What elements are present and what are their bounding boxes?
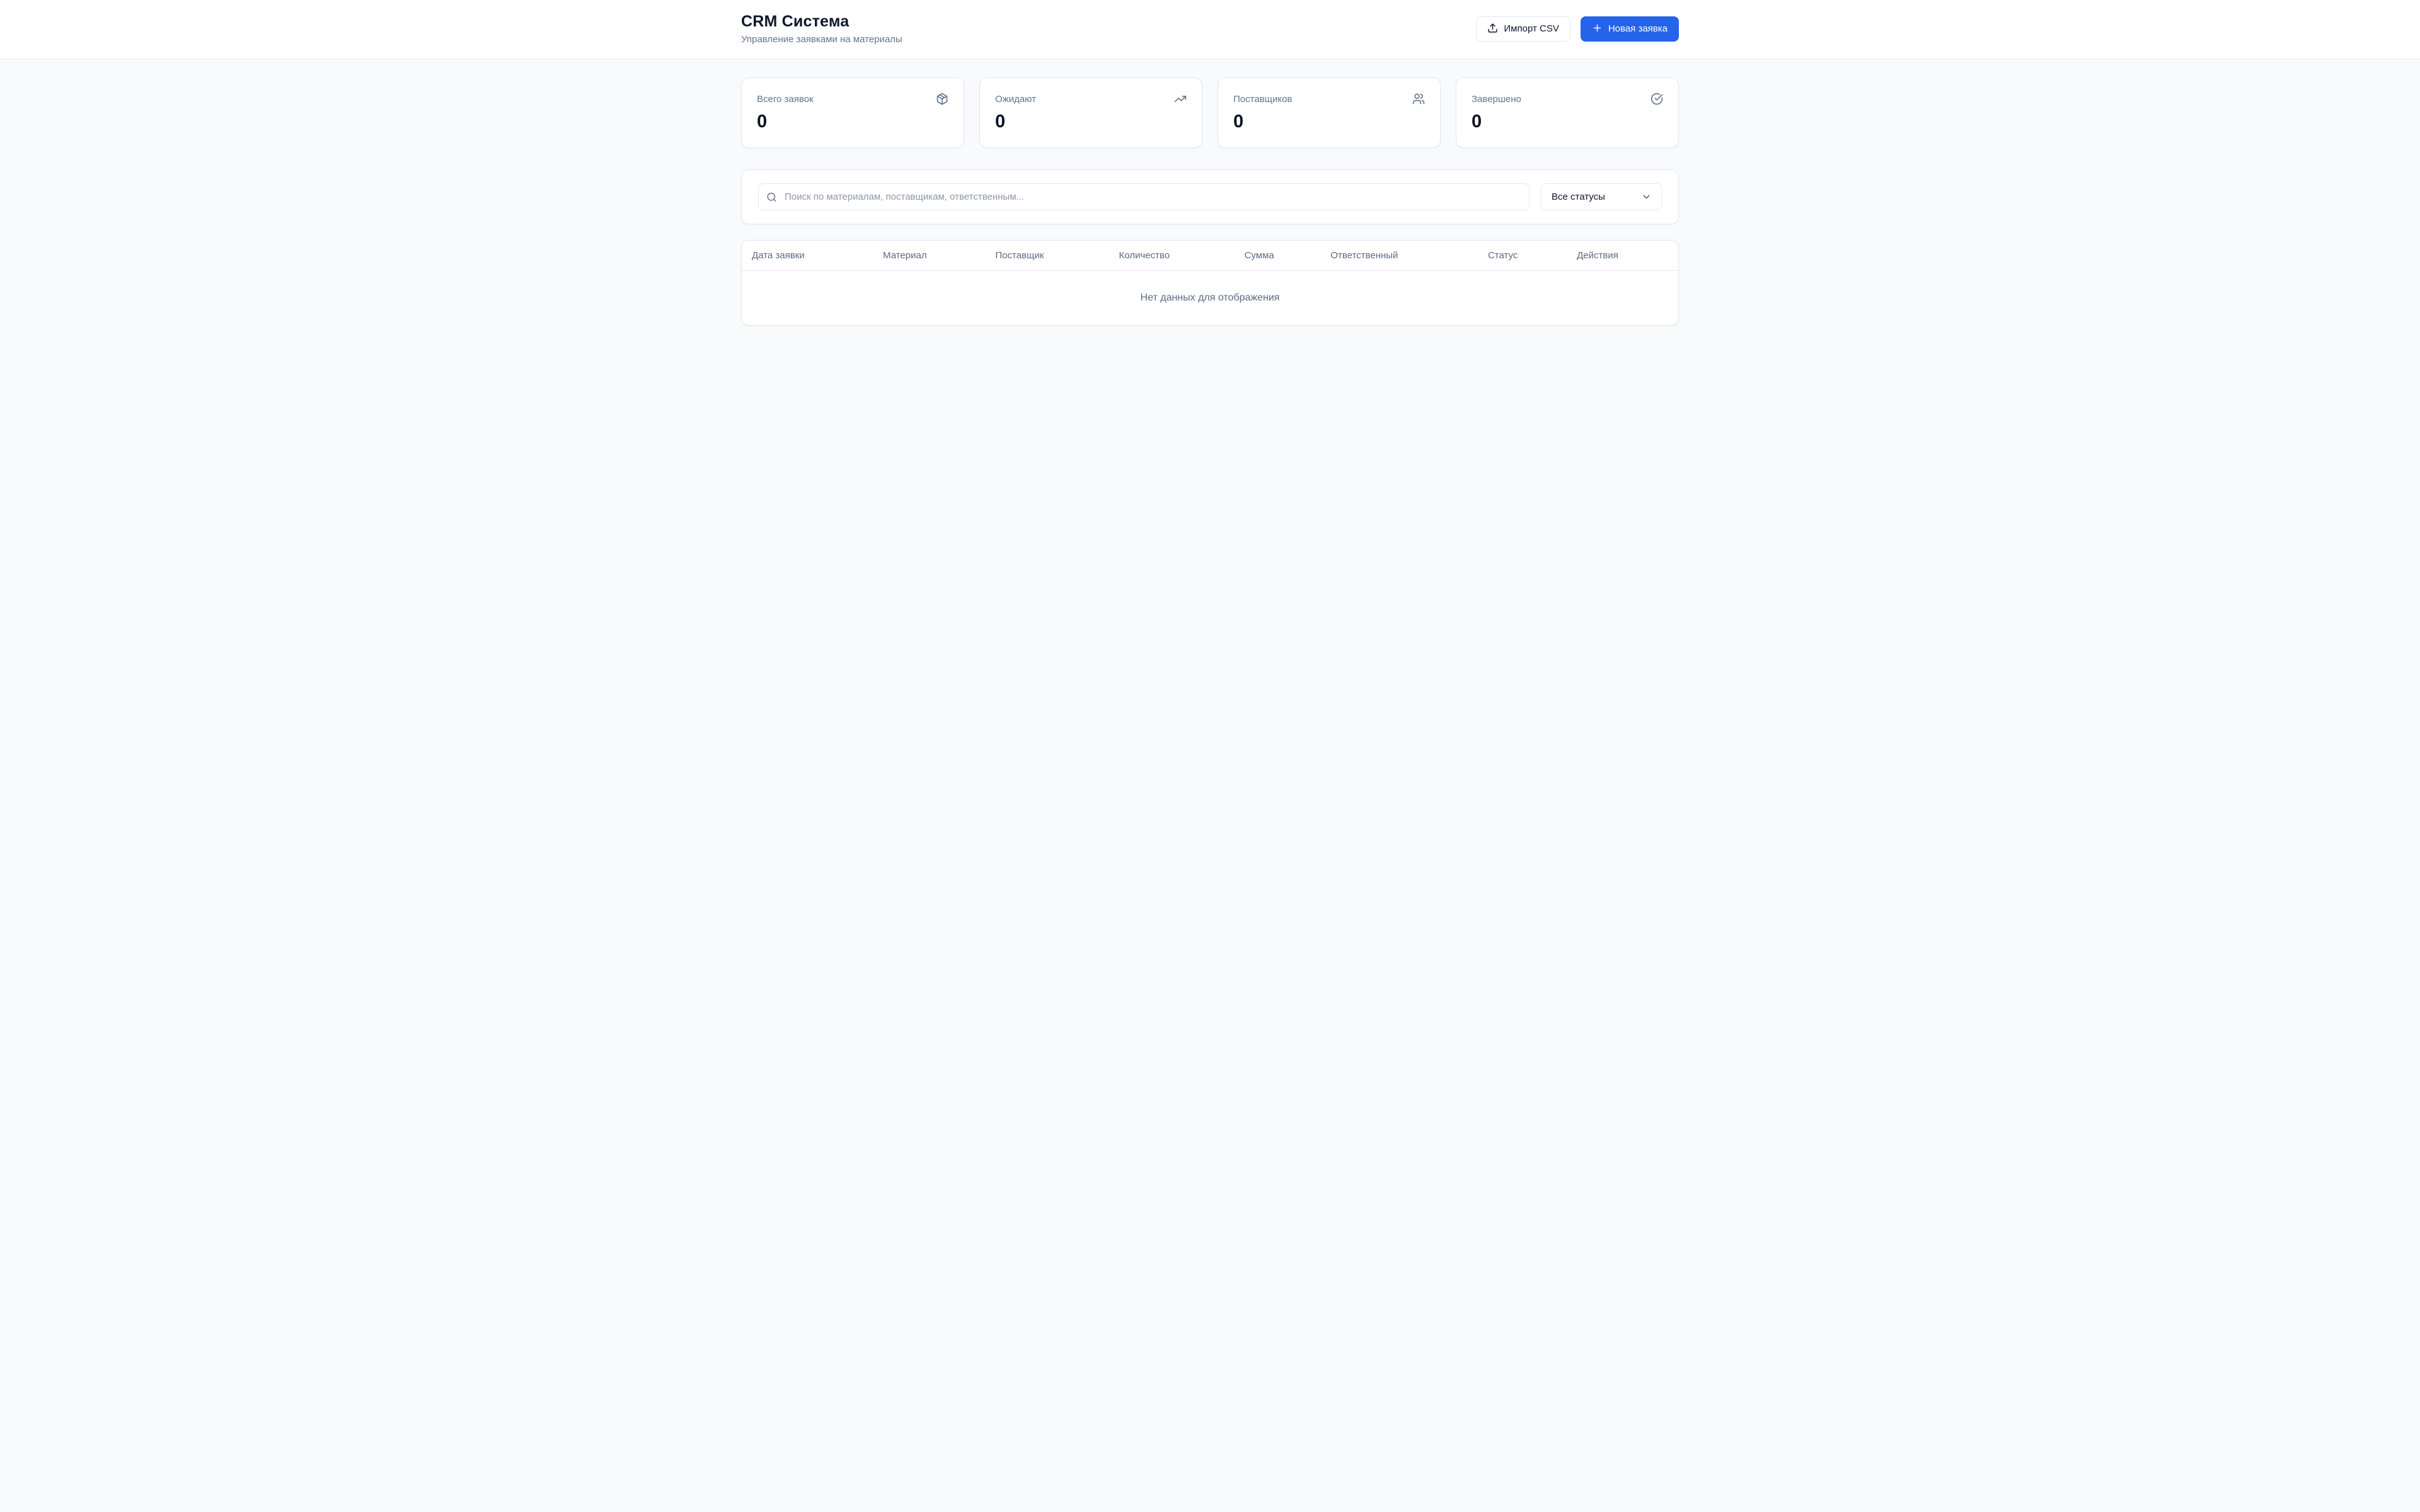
stats-row: Всего заявок 0 Ожидают 0 Поставщиков 0 З… (741, 77, 1679, 148)
plus-icon (1592, 23, 1603, 35)
empty-state-row: Нет данных для отображения (742, 271, 1678, 326)
stat-label: Поставщиков (1233, 93, 1293, 105)
upload-icon (1487, 23, 1498, 35)
column-header-status: Статус (1477, 241, 1567, 271)
import-csv-label: Импорт CSV (1504, 23, 1559, 34)
search-icon (766, 192, 777, 202)
app-header: CRM Система Управление заявками на матер… (0, 0, 2420, 59)
filters-card: Все статусы (741, 169, 1679, 224)
table-header-row: Дата заявки Материал Поставщик Количеств… (742, 241, 1678, 271)
stat-value: 0 (995, 112, 1006, 132)
package-icon (936, 93, 948, 105)
column-header-responsible: Ответственный (1320, 241, 1478, 271)
page-title: CRM Система (741, 13, 850, 30)
column-header-supplier: Поставщик (985, 241, 1109, 271)
stat-label: Ожидают (995, 93, 1036, 105)
column-header-quantity: Количество (1109, 241, 1235, 271)
search-field (758, 183, 1530, 210)
requests-table: Дата заявки Материал Поставщик Количеств… (742, 241, 1678, 325)
column-header-material: Материал (873, 241, 986, 271)
header-titles: CRM Система Управление заявками на матер… (741, 13, 902, 45)
page-subtitle: Управление заявками на материалы (741, 34, 902, 45)
stat-value: 0 (1472, 112, 1482, 132)
chevron-down-icon (1641, 192, 1652, 202)
stat-label: Завершено (1472, 93, 1521, 105)
column-header-actions: Действия (1567, 241, 1678, 271)
import-csv-button[interactable]: Импорт CSV (1476, 16, 1570, 42)
circle-check-icon (1651, 93, 1663, 105)
stat-card-completed: Завершено 0 (1456, 77, 1679, 148)
column-header-date: Дата заявки (742, 241, 873, 271)
stat-card-suppliers: Поставщиков 0 (1218, 77, 1441, 148)
column-header-amount: Сумма (1234, 241, 1321, 271)
stat-card-pending: Ожидают 0 (979, 77, 1202, 148)
stat-value: 0 (1233, 112, 1244, 132)
search-input[interactable] (758, 183, 1530, 210)
new-request-button[interactable]: Новая заявка (1580, 16, 1679, 42)
main-content: Всего заявок 0 Ожидают 0 Поставщиков 0 З… (741, 77, 1679, 326)
new-request-label: Новая заявка (1608, 23, 1668, 34)
status-filter-value: Все статусы (1552, 192, 1605, 202)
stat-label: Всего заявок (757, 93, 814, 105)
empty-state-message: Нет данных для отображения (1140, 292, 1280, 303)
requests-table-card: Дата заявки Материал Поставщик Количеств… (741, 240, 1679, 326)
stat-card-total-requests: Всего заявок 0 (741, 77, 964, 148)
status-filter-select[interactable]: Все статусы (1541, 183, 1662, 210)
header-actions: Импорт CSV Новая заявка (1476, 16, 1679, 42)
trending-up-icon (1174, 93, 1187, 105)
stat-value: 0 (757, 112, 768, 132)
users-icon (1412, 93, 1425, 105)
